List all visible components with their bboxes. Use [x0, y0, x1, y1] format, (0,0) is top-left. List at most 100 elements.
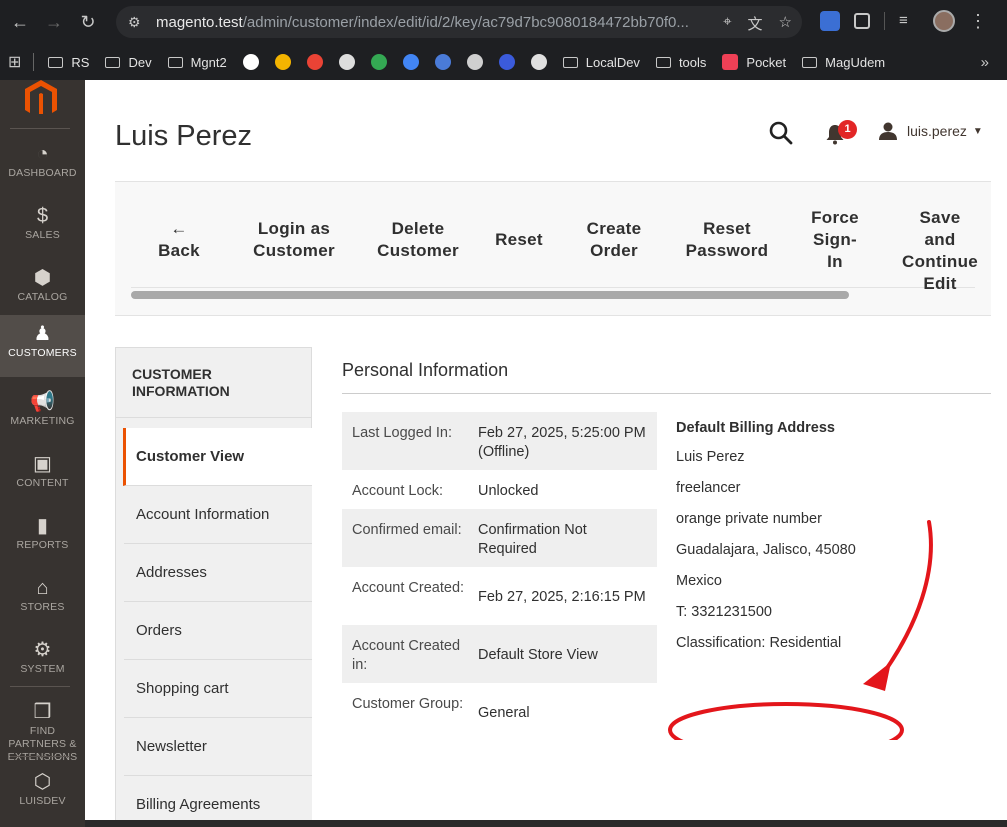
- folder-icon: [802, 56, 818, 68]
- nav-item-customers[interactable]: ♟ CUSTOMERS: [0, 315, 85, 377]
- user-icon: [879, 122, 897, 140]
- nav-item-dashboard[interactable]: ◔ DASHBOARD: [0, 135, 85, 197]
- cube-icon: ⬢: [33, 267, 52, 289]
- reload-icon[interactable]: ↻: [74, 8, 102, 36]
- bookmarks-divider: [33, 53, 35, 71]
- create-order-button[interactable]: Create Order: [574, 218, 654, 262]
- bookmark-favicon-icon: [306, 54, 323, 70]
- reading-list-icon[interactable]: ≡: [899, 11, 919, 31]
- nav-item-label: STORES: [20, 601, 65, 613]
- nav-item-label: SYSTEM: [20, 663, 65, 675]
- nav-item-sales[interactable]: $ SALES: [0, 197, 85, 259]
- reset-password-button[interactable]: Reset Password: [681, 218, 773, 262]
- layout-icon: ▣: [33, 453, 52, 475]
- bookmark-item[interactable]: LocalDev: [562, 54, 640, 70]
- billing-line: Luis Perez: [676, 449, 745, 465]
- folder-icon: [167, 56, 183, 68]
- nav-item-marketing[interactable]: 📢 MARKETING: [0, 383, 85, 445]
- gear-icon: ⚙: [33, 639, 52, 661]
- nav-item-content[interactable]: ▣ CONTENT: [0, 445, 85, 507]
- bookmark-item[interactable]: Mgnt2: [167, 54, 227, 70]
- bookmark-favicon-icon: [530, 54, 547, 70]
- bookmark-item[interactable]: [434, 54, 451, 70]
- folder-icon: [655, 56, 671, 68]
- search-icon[interactable]: [768, 120, 794, 146]
- extensions-icon[interactable]: [854, 13, 870, 29]
- admin-sidebar: ◔ DASHBOARD $ SALES ⬢ CATALOG ♟ CUSTOMERS 📢 MARKE…: [0, 80, 85, 827]
- bookmark-item[interactable]: [338, 54, 355, 70]
- save-and-continue-edit-button[interactable]: Save and Continue Edit: [897, 207, 983, 295]
- magento-logo-icon[interactable]: [21, 80, 61, 114]
- tab-addresses[interactable]: Addresses: [124, 544, 312, 602]
- tab-newsletter[interactable]: Newsletter: [124, 718, 312, 776]
- tab-account-information[interactable]: Account Information: [124, 486, 312, 544]
- tab-orders[interactable]: Orders: [124, 602, 312, 660]
- forward-arrow-icon[interactable]: →: [40, 8, 68, 36]
- address-bar[interactable]: ⚙ magento.test/admin/customer/index/edit…: [116, 6, 802, 38]
- tab-customer-view[interactable]: Customer View: [123, 428, 312, 486]
- bookmark-label: LocalDev: [585, 54, 640, 70]
- nav-item-luisdev[interactable]: ⬡ LUISDEV: [0, 763, 85, 825]
- dashboard-icon: ◔: [36, 143, 49, 165]
- actions-scrollbar[interactable]: [131, 291, 849, 299]
- window-bottom-edge: [85, 820, 1007, 827]
- bookmark-item[interactable]: [498, 54, 515, 70]
- translate-icon[interactable]: 文: [748, 13, 763, 34]
- tab-shopping-cart[interactable]: Shopping cart: [124, 660, 312, 718]
- location-icon[interactable]: ⌖: [723, 13, 731, 34]
- bookmark-item[interactable]: Pocket: [722, 54, 786, 70]
- nav-item-stores[interactable]: ⌂ STORES: [0, 569, 85, 631]
- back-button[interactable]: ← Back: [149, 218, 209, 262]
- row-value: Confirmation Not Required: [478, 522, 587, 557]
- nav-item-label: CATALOG: [17, 291, 68, 303]
- bookmark-favicon-icon: [498, 54, 515, 70]
- toolbar-divider: [884, 12, 885, 30]
- site-info-icon[interactable]: ⚙: [128, 14, 148, 31]
- bookmark-label: Mgnt2: [190, 54, 227, 70]
- bookmark-item[interactable]: Dev: [105, 55, 152, 70]
- billing-line: orange private number: [676, 511, 822, 527]
- billing-line: Mexico: [676, 573, 722, 589]
- login-as-customer-button[interactable]: Login as Customer: [239, 218, 349, 262]
- bookmark-item[interactable]: [242, 54, 259, 70]
- bookmark-item[interactable]: [402, 54, 419, 70]
- bookmark-item[interactable]: RS: [48, 55, 89, 70]
- bookmark-item[interactable]: tools: [655, 54, 707, 70]
- browser-menu-icon[interactable]: ⋮: [969, 11, 987, 32]
- apps-grid-icon[interactable]: ⊞: [8, 52, 21, 72]
- notification-badge[interactable]: 1: [838, 120, 857, 139]
- delete-customer-button[interactable]: Delete Customer: [363, 218, 473, 262]
- bookmark-favicon-icon: [242, 54, 259, 70]
- bookmark-item[interactable]: MagUdem: [802, 55, 885, 70]
- star-icon[interactable]: ☆: [779, 13, 792, 34]
- reset-button[interactable]: Reset: [489, 229, 549, 251]
- bookmark-item[interactable]: [466, 54, 483, 70]
- bookmark-item[interactable]: [274, 54, 291, 70]
- billing-address: Default Billing Address Luis Perez freela…: [676, 420, 976, 664]
- profile-avatar[interactable]: [933, 10, 955, 32]
- user-menu[interactable]: luis.perez ▼: [878, 122, 983, 140]
- bookmark-item[interactable]: [306, 54, 323, 70]
- row-label: Confirmed email:: [352, 522, 462, 538]
- nav-item-catalog[interactable]: ⬢ CATALOG: [0, 259, 85, 321]
- personal-info-table: Last Logged In: Feb 27, 2025, 5:25:00 PM …: [342, 412, 657, 741]
- translate-extension-icon[interactable]: [820, 11, 840, 31]
- billing-line: Classification: Residential: [676, 635, 842, 651]
- chevron-down-icon: ▼: [972, 125, 983, 137]
- section-title: Personal Information: [342, 360, 509, 380]
- browser-toolbar: ← → ↻ ⚙ magento.test/admin/customer/inde…: [0, 0, 1007, 44]
- megaphone-icon: 📢: [30, 391, 55, 413]
- nav-item-find[interactable]: ❒ FIND PARTNERS & EXTENSIONS: [0, 693, 85, 765]
- main-content: Luis Perez 1 luis.perez ▼ ← Back Login as …: [85, 80, 1007, 827]
- bookmark-item[interactable]: [530, 54, 547, 70]
- nav-item-reports[interactable]: ▮ REPORTS: [0, 507, 85, 569]
- section-divider: [342, 393, 991, 394]
- bookmark-item[interactable]: [370, 54, 387, 70]
- store-icon: ⌂: [36, 577, 49, 599]
- more-bookmarks-icon[interactable]: »: [981, 54, 989, 71]
- nav-item-system[interactable]: ⚙ SYSTEM: [0, 631, 85, 693]
- force-sign-in-button[interactable]: Force Sign-In: [803, 207, 867, 273]
- url-text[interactable]: magento.test/admin/customer/index/edit/i…: [156, 14, 696, 31]
- back-arrow-icon[interactable]: ←: [6, 8, 34, 36]
- bookmark-label: tools: [678, 54, 707, 70]
